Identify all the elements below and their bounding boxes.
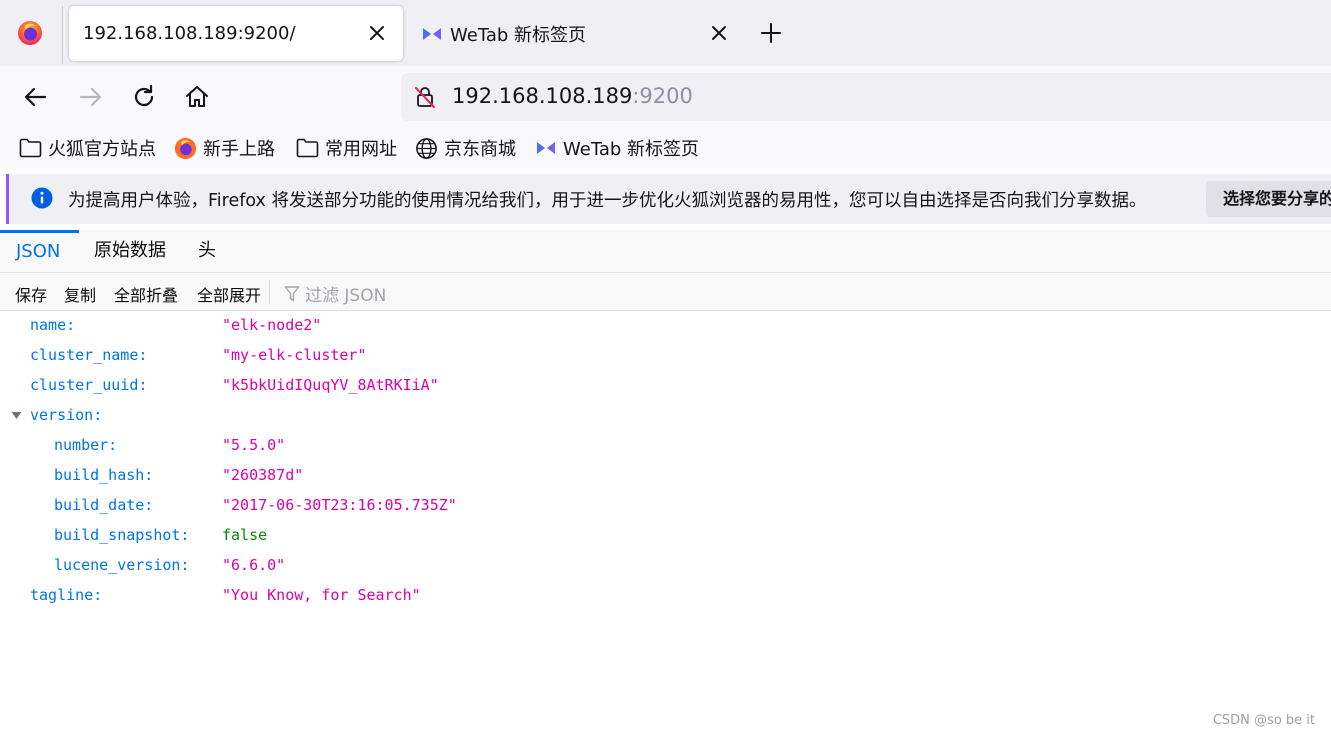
tab-raw-data[interactable]: 原始数据 (94, 230, 166, 273)
save-button[interactable]: 保存 (15, 282, 47, 306)
folder-icon (296, 138, 319, 158)
bookmark-label: 新手上路 (203, 139, 275, 160)
expand-all-button[interactable]: 全部展开 (197, 282, 261, 306)
close-icon[interactable] (707, 21, 731, 45)
tab-wetab[interactable]: WeTab 新标签页 (410, 6, 745, 61)
globe-icon (416, 137, 437, 159)
json-row-version[interactable]: version: (0, 401, 1331, 431)
collapse-toggle-icon[interactable] (11, 411, 22, 420)
info-icon (31, 187, 53, 209)
tab-headers[interactable]: 头 (198, 230, 216, 273)
json-value: "k5bkUidIQuqYV_8AtRKIiA" (222, 376, 439, 394)
watermark: CSDN @so be it (1212, 713, 1315, 728)
json-key: build_date: (54, 496, 154, 514)
json-row[interactable]: cluster_name: "my-elk-cluster" (0, 341, 1331, 371)
json-key: cluster_name: (30, 346, 148, 364)
filter-placeholder: 过滤 JSON (305, 286, 387, 306)
url-text[interactable]: 192.168.108.189:9200 (452, 84, 693, 108)
json-value: "5.5.0" (222, 436, 286, 454)
json-key: lucene_version: (54, 556, 190, 574)
json-value: "my-elk-cluster" (222, 346, 367, 364)
bookmark-label: 火狐官方站点 (48, 139, 156, 160)
json-key: cluster_uuid: (30, 376, 148, 394)
json-row[interactable]: lucene_version: "6.6.0" (0, 551, 1331, 581)
json-key: version: (30, 406, 103, 424)
json-key: name: (30, 316, 76, 334)
json-row[interactable]: name: "elk-node2" (0, 311, 1331, 341)
url-bar[interactable]: 192.168.108.189:9200 (401, 73, 1331, 121)
wetab-icon (537, 142, 555, 154)
json-tree: name: "elk-node2" cluster_name: "my-elk-… (0, 311, 1331, 611)
insecure-lock-icon[interactable] (413, 85, 437, 109)
reload-icon[interactable] (130, 83, 158, 111)
json-value: "260387d" (222, 466, 304, 484)
new-tab-icon[interactable] (759, 21, 783, 45)
json-key: build_hash: (54, 466, 154, 484)
bookmark-wetab[interactable]: WeTab 新标签页 (535, 134, 699, 162)
json-key: number: (54, 436, 118, 454)
tab-json[interactable]: JSON (0, 230, 79, 273)
collapse-all-button[interactable]: 全部折叠 (114, 282, 178, 306)
tab-separator (62, 6, 63, 64)
bookmark-label: 常用网址 (325, 139, 397, 160)
filter-json-input[interactable]: 过滤 JSON (284, 281, 386, 306)
tab-title: WeTab 新标签页 (450, 24, 587, 46)
json-key: build_snapshot: (54, 526, 190, 544)
json-value: "2017-06-30T23:16:05.735Z" (222, 496, 457, 514)
back-icon[interactable] (22, 83, 50, 111)
json-value: "You Know, for Search" (222, 586, 421, 604)
notification-text: 为提高用户体验，Firefox 将发送部分功能的使用情况给我们，用于进一步优化火… (68, 191, 1147, 211)
firefox-icon[interactable] (17, 20, 43, 46)
bookmark-label: WeTab 新标签页 (563, 139, 700, 160)
json-row[interactable]: build_snapshot: false (0, 521, 1331, 551)
choose-data-button[interactable]: 选择您要分享的 (1206, 181, 1331, 217)
bookmarks-bar: 火狐官方站点 新手上路 常用网址 京东商城 WeTab 新标签页 (0, 128, 1331, 168)
url-host: 192.168.108.189 (452, 84, 633, 108)
json-row[interactable]: build_hash: "260387d" (0, 461, 1331, 491)
json-value: "6.6.0" (222, 556, 286, 574)
folder-icon (19, 138, 42, 158)
json-row[interactable]: tagline: "You Know, for Search" (0, 581, 1331, 611)
data-collection-notification: 为提高用户体验，Firefox 将发送部分功能的使用情况给我们，用于进一步优化火… (6, 174, 1331, 224)
json-key: tagline: (30, 586, 103, 604)
toolbar-divider (269, 280, 270, 304)
json-row[interactable]: build_date: "2017-06-30T23:16:05.735Z" (0, 491, 1331, 521)
close-icon[interactable] (365, 21, 389, 45)
json-row[interactable]: number: "5.5.0" (0, 431, 1331, 461)
json-viewer-tabs: JSON 原始数据 头 (0, 230, 1331, 273)
navigation-bar: 192.168.108.189:9200 (0, 66, 1331, 128)
json-value: "elk-node2" (222, 316, 322, 334)
tab-elasticsearch[interactable]: 192.168.108.189:9200/ (69, 6, 403, 61)
wetab-icon (423, 27, 441, 40)
bookmark-jd[interactable]: 京东商城 (415, 134, 516, 162)
json-viewer-toolbar: 保存 复制 全部折叠 全部展开 过滤 JSON (0, 273, 1331, 311)
json-row[interactable]: cluster_uuid: "k5bkUidIQuqYV_8AtRKIiA" (0, 371, 1331, 401)
bookmark-common-sites[interactable]: 常用网址 (296, 134, 397, 162)
firefox-icon (174, 137, 197, 159)
json-value: false (222, 526, 268, 544)
bookmark-firefox-official[interactable]: 火狐官方站点 (19, 134, 156, 162)
tab-title: 192.168.108.189:9200/ (83, 23, 296, 44)
bookmark-label: 京东商城 (444, 139, 516, 160)
filter-icon (284, 285, 300, 301)
url-port: :9200 (632, 84, 693, 108)
tab-strip: 192.168.108.189:9200/ WeTab 新标签页 (0, 0, 1331, 66)
copy-button[interactable]: 复制 (64, 282, 96, 306)
home-icon[interactable] (183, 83, 211, 111)
bookmark-getting-started[interactable]: 新手上路 (174, 134, 275, 162)
forward-icon[interactable] (76, 83, 104, 111)
